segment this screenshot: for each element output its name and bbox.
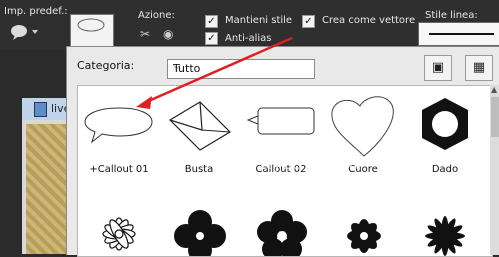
- annotation-arrow: [136, 36, 293, 109]
